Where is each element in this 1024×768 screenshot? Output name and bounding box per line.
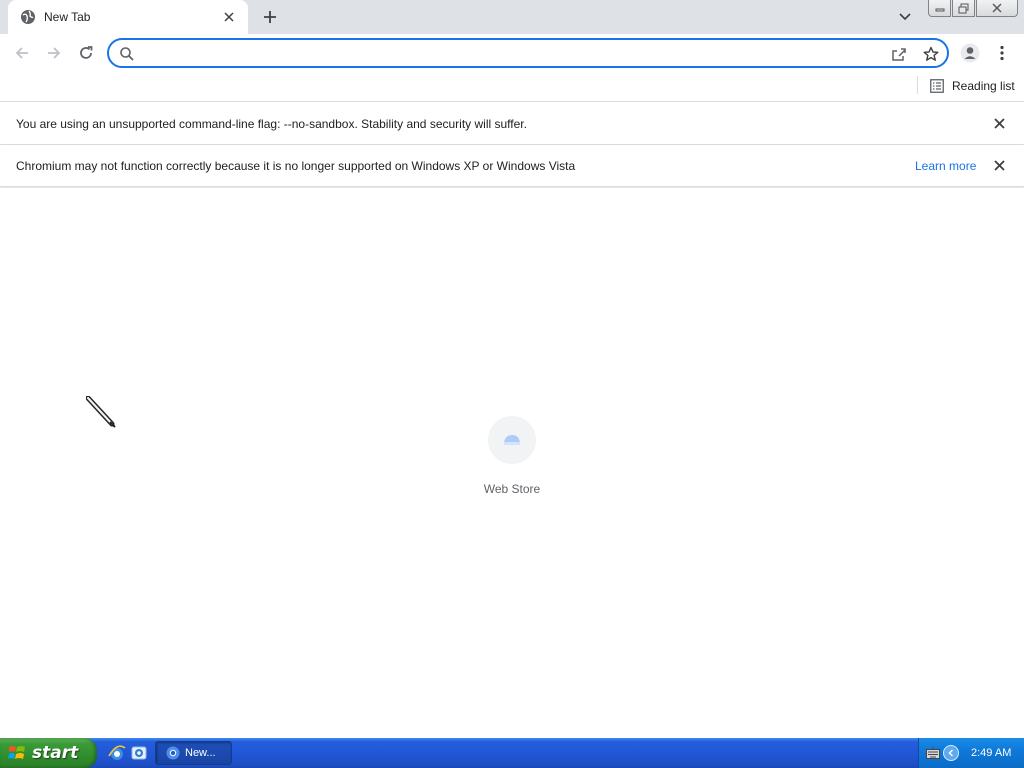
shortcut-web-store[interactable]: Web Store [472, 416, 552, 502]
bookmarks-separator [917, 76, 918, 94]
pen-cursor-icon [85, 395, 118, 430]
taskbar-item-chromium[interactable]: New... [155, 741, 232, 765]
system-tray: 2:49 AM [918, 738, 1024, 768]
shortcut-label: Web Store [483, 482, 541, 496]
reading-list-button[interactable]: Reading list [926, 75, 1019, 97]
infobar-sandbox-warning: You are using an unsupported command-lin… [0, 103, 1024, 145]
chevron-down-icon [899, 13, 911, 21]
chromium-icon [166, 746, 180, 760]
globe-icon [20, 9, 36, 25]
taskbar: start New... 2:49 AM [0, 738, 1024, 768]
arrow-forward-icon [48, 47, 61, 59]
tab-close-icon[interactable] [220, 8, 238, 26]
restore-button[interactable] [952, 0, 975, 17]
tab-title: New Tab [44, 10, 91, 24]
learn-more-link[interactable]: Learn more [915, 159, 976, 173]
reading-list-label: Reading list [952, 79, 1015, 93]
plus-icon [264, 11, 276, 23]
internet-explorer-icon[interactable] [108, 744, 126, 762]
reading-list-icon [930, 79, 944, 93]
windows-logo-icon [8, 746, 25, 759]
start-button[interactable]: start [0, 738, 97, 768]
reload-button[interactable] [72, 39, 100, 67]
share-icon[interactable] [889, 44, 909, 64]
avatar-icon [960, 43, 980, 63]
bookmark-star-icon[interactable] [921, 44, 941, 64]
minimize-button[interactable] [928, 0, 951, 17]
toolbar [0, 34, 1024, 72]
taskbar-item-label: New... [185, 747, 216, 759]
back-button[interactable] [8, 39, 36, 67]
profile-button[interactable] [956, 39, 984, 67]
restore-icon [958, 3, 968, 13]
infobar-unsupported-os: Chromium may not function correctly beca… [0, 145, 1024, 187]
infobar-message: You are using an unsupported command-lin… [16, 116, 527, 131]
start-label: start [32, 743, 79, 763]
forward-button[interactable] [40, 39, 68, 67]
window-close-button[interactable] [976, 0, 1018, 17]
clock: 2:49 AM [971, 747, 1012, 759]
more-vert-icon [1000, 45, 1004, 61]
new-tab-page: Web Store [0, 188, 1024, 738]
tab-strip: New Tab [0, 0, 1024, 34]
new-tab-button[interactable] [258, 5, 282, 29]
reload-icon [80, 46, 93, 59]
arrow-back-icon [15, 47, 28, 59]
minimize-icon [935, 8, 944, 12]
web-store-icon [488, 416, 536, 464]
close-icon[interactable] [990, 115, 1008, 133]
close-icon [992, 3, 1002, 13]
infobar-message: Chromium may not function correctly beca… [16, 158, 576, 173]
bookmarks-bar: Reading list [0, 72, 1024, 102]
chevron-left-icon [948, 749, 954, 757]
omnibox[interactable] [107, 38, 949, 68]
search-icon [119, 46, 135, 62]
keyboard-icon[interactable] [925, 745, 941, 761]
menu-button[interactable] [990, 39, 1014, 67]
tab-search-button[interactable] [893, 6, 917, 28]
close-icon[interactable] [990, 157, 1008, 175]
address-input[interactable] [141, 43, 881, 63]
tab-new-tab[interactable]: New Tab [8, 0, 248, 34]
outlook-express-icon[interactable] [130, 744, 148, 762]
show-hidden-icons-button[interactable] [943, 745, 959, 761]
